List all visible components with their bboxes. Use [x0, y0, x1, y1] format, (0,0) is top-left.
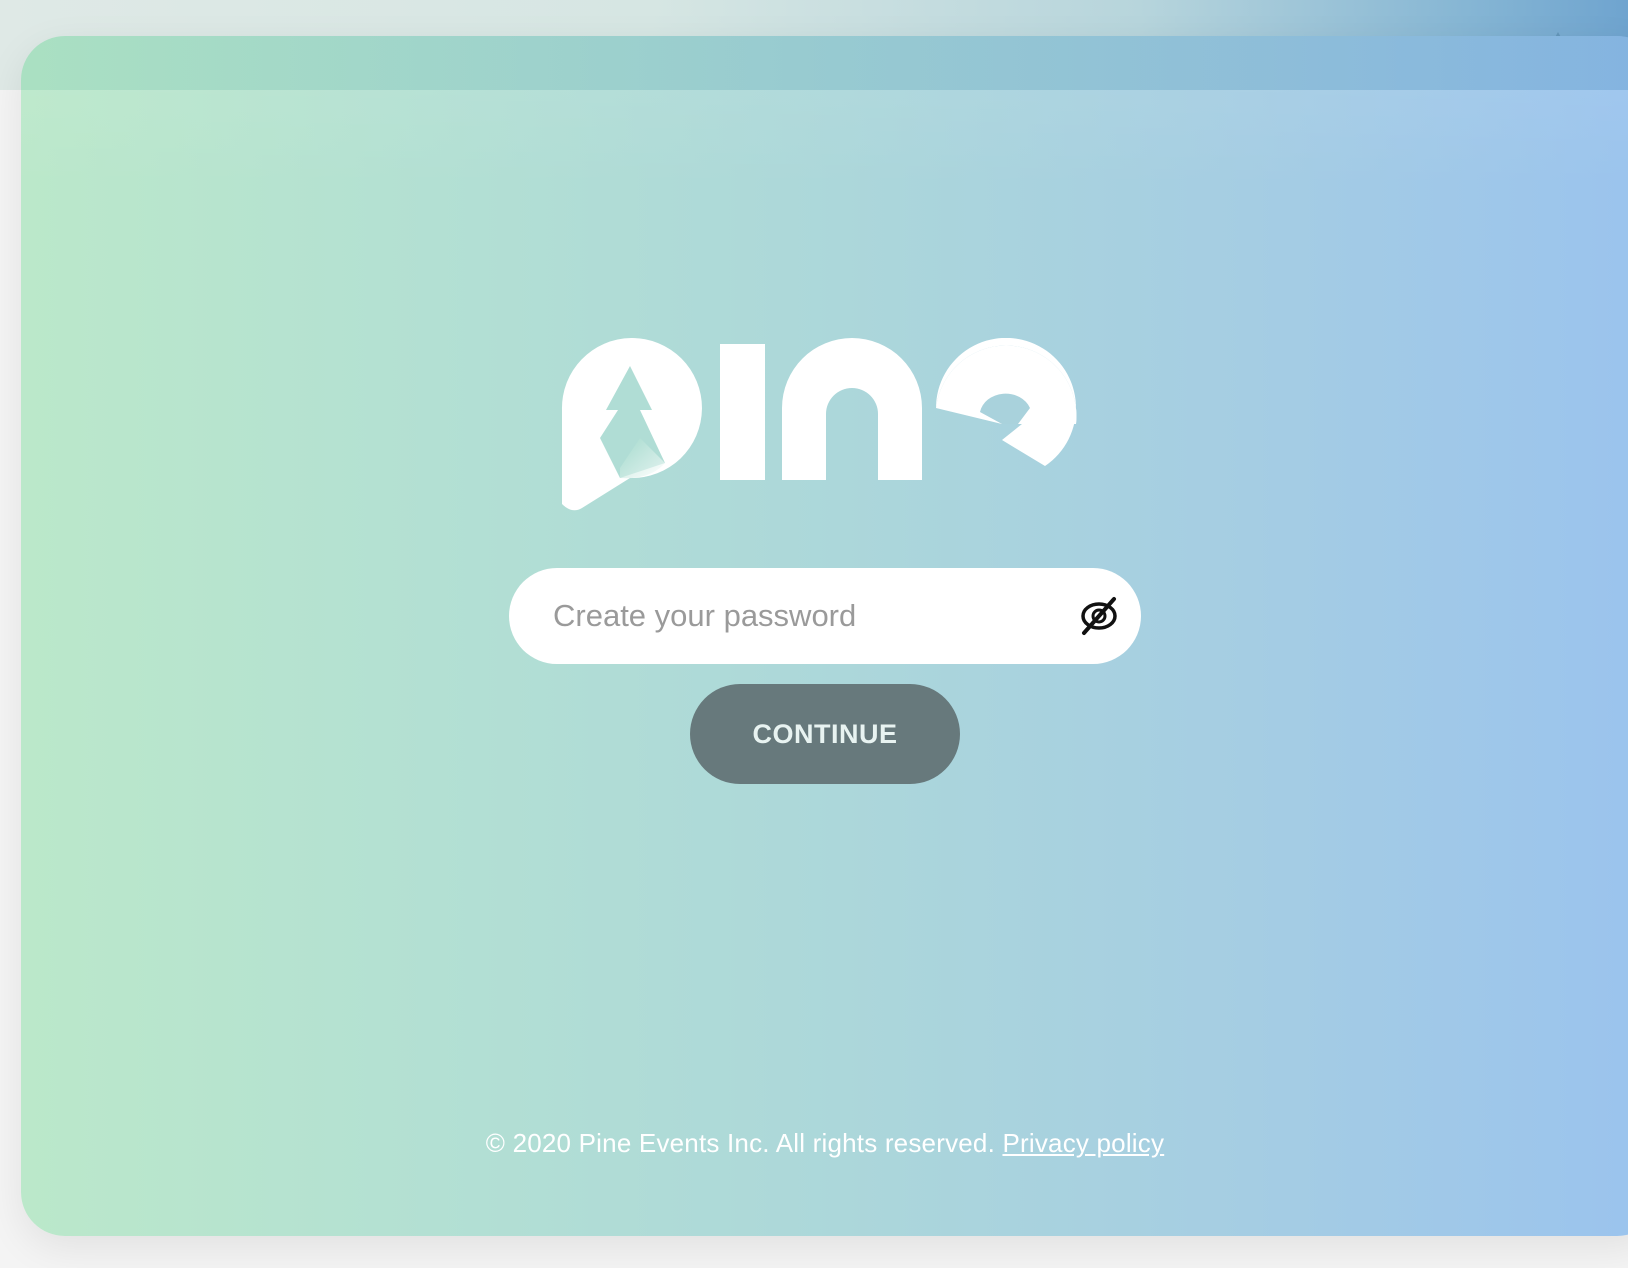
privacy-policy-link[interactable]: Privacy policy — [1002, 1128, 1164, 1158]
eye-off-icon[interactable] — [1075, 592, 1123, 640]
password-field-container — [509, 568, 1141, 664]
footer: © 2020 Pine Events Inc. All rights reser… — [0, 1128, 1628, 1159]
pine-logo: pine — [561, 338, 1077, 511]
continue-button[interactable]: CONTINUE — [690, 684, 960, 784]
copyright-text: © 2020 Pine Events Inc. All rights reser… — [485, 1128, 996, 1158]
card-top-fade — [21, 90, 1628, 190]
password-input[interactable] — [553, 586, 1033, 646]
card-top-tint — [21, 36, 1628, 90]
page: pine CONTINUE — [0, 0, 1628, 1268]
